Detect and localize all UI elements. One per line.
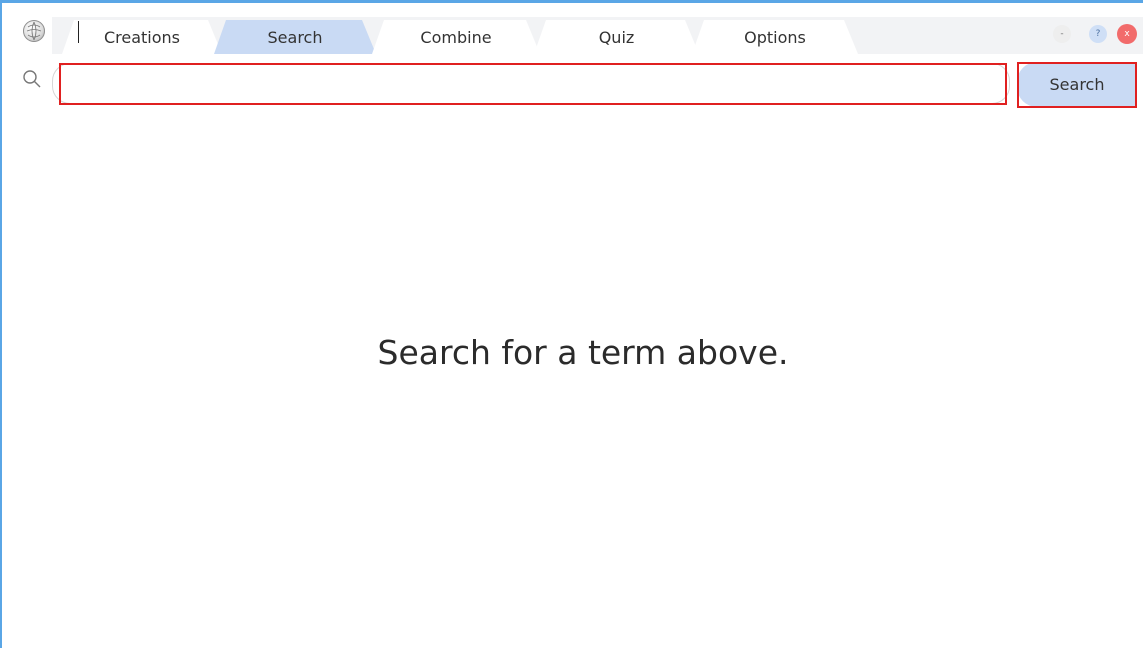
search-input-frame: [52, 63, 1029, 104]
tab-combine[interactable]: Combine: [372, 20, 540, 54]
tab-creations[interactable]: Creations: [62, 20, 222, 54]
app-window: Creations Search Combine Quiz Options - …: [0, 0, 1143, 648]
search-icon: [23, 70, 41, 88]
search-bar: Search: [2, 55, 1143, 111]
minimize-button[interactable]: -: [1053, 25, 1071, 43]
empty-state-message: Search for a term above.: [377, 333, 789, 372]
help-button[interactable]: ?: [1089, 25, 1107, 43]
tab-label: Options: [744, 27, 806, 47]
results-area: Search for a term above.: [4, 111, 1143, 651]
tab-bar: Creations Search Combine Quiz Options - …: [2, 3, 1143, 55]
tab-search[interactable]: Search: [214, 20, 376, 54]
text-caret: [78, 21, 79, 43]
tab-label: Search: [267, 27, 323, 47]
close-button[interactable]: x: [1117, 24, 1137, 44]
app-logo-icon: [23, 20, 45, 42]
tab-quiz[interactable]: Quiz: [534, 20, 699, 54]
tab-label: Combine: [420, 27, 492, 47]
search-button[interactable]: Search: [1017, 62, 1137, 107]
tab-options[interactable]: Options: [692, 20, 858, 54]
tab-label: Quiz: [598, 27, 635, 47]
search-input[interactable]: [61, 65, 1029, 102]
tab-label: Creations: [103, 27, 181, 47]
